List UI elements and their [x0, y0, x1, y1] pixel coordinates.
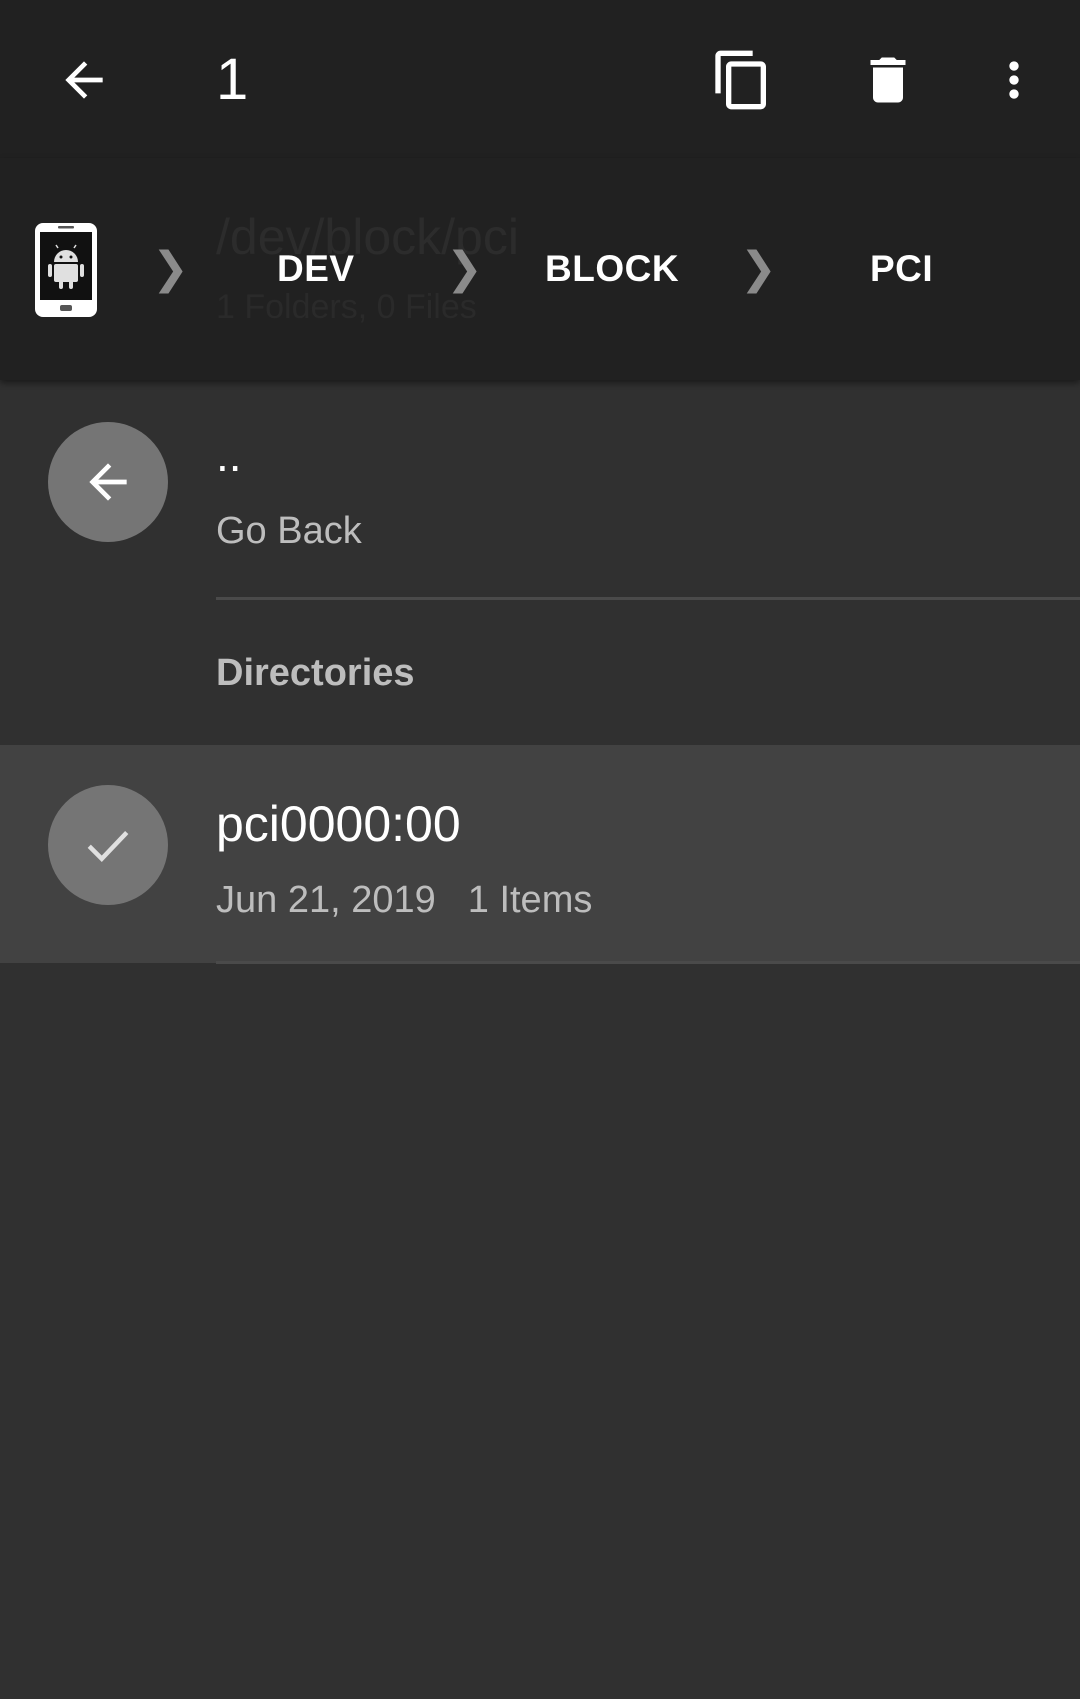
list-item[interactable]: pci0000:00 Jun 21, 2019 1 Items	[0, 745, 1080, 963]
path-counts: 1 Folders, 0 Files	[216, 288, 477, 326]
go-back-row[interactable]: .. Go Back	[0, 380, 1080, 598]
delete-button[interactable]	[838, 30, 938, 130]
chevron-right-icon: ❯	[446, 243, 483, 294]
more-vert-icon	[1009, 61, 1019, 99]
go-back-subtitle: Go Back	[216, 510, 362, 552]
chevron-right-icon: ❯	[740, 243, 777, 294]
file-list: .. Go Back Directories pci0000:00 Jun 21…	[0, 380, 1080, 1699]
item-date: Jun 21, 2019	[216, 879, 436, 921]
check-icon	[87, 830, 129, 862]
chevron-right-icon: ❯	[152, 243, 189, 294]
arrow-left-icon	[65, 61, 103, 99]
item-name: pci0000:00	[216, 796, 461, 852]
divider	[216, 597, 1080, 600]
go-back-avatar	[48, 422, 168, 542]
item-count: 1 Items	[467, 879, 593, 921]
go-back-title: ..	[216, 429, 242, 481]
breadcrumb: /dev/block/pci 1 Folders, 0 Files ❯ DEV …	[0, 158, 1080, 380]
item-details: Jun 21, 2019 1 Items	[216, 879, 592, 922]
back-button[interactable]	[34, 30, 134, 130]
android-phone-icon	[35, 223, 97, 317]
trash-icon	[870, 57, 906, 103]
breadcrumb-item-pci[interactable]: PCI	[870, 246, 933, 292]
copy-icon	[715, 50, 766, 110]
copy-button[interactable]	[692, 30, 792, 130]
breadcrumb-item-block[interactable]: BLOCK	[545, 246, 679, 292]
section-header-directories: Directories	[216, 652, 415, 694]
selected-count: 1	[216, 47, 249, 112]
selected-avatar[interactable]	[48, 785, 168, 905]
more-options-button[interactable]	[964, 30, 1064, 130]
breadcrumb-item-dev[interactable]: DEV	[277, 246, 355, 292]
action-bar: 1	[0, 0, 1080, 158]
divider	[216, 961, 1080, 964]
arrow-left-icon	[89, 463, 127, 501]
storage-root-button[interactable]	[34, 222, 98, 318]
